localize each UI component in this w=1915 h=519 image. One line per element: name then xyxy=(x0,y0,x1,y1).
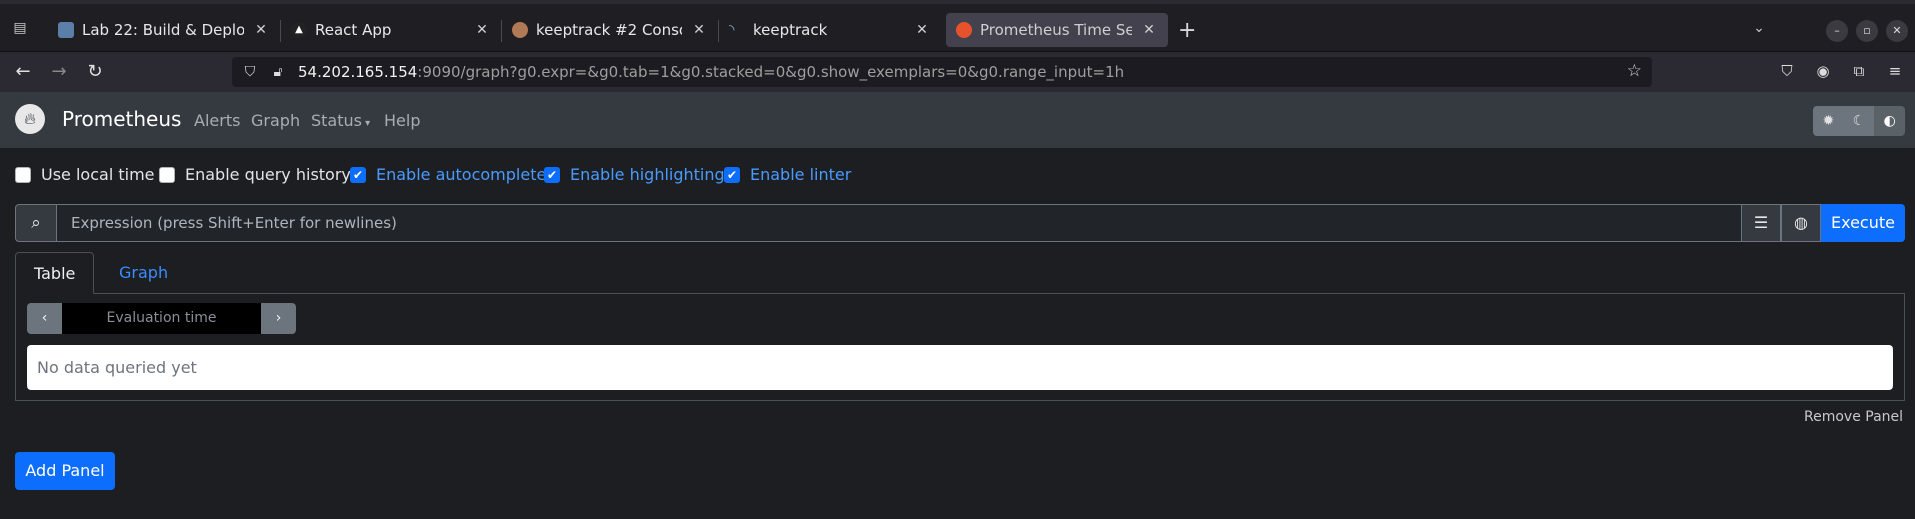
forward-arrow-icon[interactable]: → xyxy=(47,60,71,84)
checkbox[interactable] xyxy=(159,166,175,183)
close-icon[interactable]: ✕ xyxy=(690,22,708,38)
minimize-icon[interactable]: – xyxy=(1826,20,1848,42)
account-icon[interactable]: ◉ xyxy=(1812,62,1834,84)
checkbox[interactable] xyxy=(15,166,31,183)
browser-tab-lab22[interactable]: Lab 22: Build & Deploy | I ✕ xyxy=(48,13,280,47)
react-favicon-icon: ▲ xyxy=(291,22,307,38)
brand-link[interactable]: Prometheus xyxy=(62,107,181,131)
url-bar[interactable]: ⛉ 🔓︎ 54.202.165.154:9090/graph?g0.expr=&… xyxy=(232,57,1652,87)
bookmark-star-icon[interactable]: ☆ xyxy=(1627,61,1642,81)
evaluation-time-group: ‹ Evaluation time › xyxy=(27,303,296,334)
insecure-lock-icon[interactable]: 🔓︎ xyxy=(268,64,288,80)
check-icon[interactable]: ✔ xyxy=(724,166,740,183)
jenkins-favicon-icon xyxy=(512,22,528,38)
option-label: Use local time xyxy=(41,165,155,184)
tab-list-icon[interactable]: ▤ xyxy=(6,20,34,42)
contrast-icon[interactable]: ◐ xyxy=(1874,106,1905,136)
tab-title: keeptrack #2 Console [Je xyxy=(536,21,682,39)
expression-row: ⌕ Expression (press Shift+Enter for newl… xyxy=(15,204,1905,242)
tab-title: React App xyxy=(315,21,392,39)
chevron-down-icon[interactable]: ⌄ xyxy=(1745,20,1773,42)
metrics-explorer-icon[interactable]: ◍ xyxy=(1781,204,1821,242)
nav-status[interactable]: Status ▾ xyxy=(311,111,370,130)
theme-switcher: ✹ ☾ ◐ xyxy=(1813,106,1905,136)
reload-icon[interactable]: ↻ xyxy=(83,60,107,84)
pocket-icon[interactable]: ⛉ xyxy=(1776,62,1798,84)
browser-tab-jenkins[interactable]: keeptrack #2 Console [Je ✕ xyxy=(502,13,718,47)
browser-tab-prometheus[interactable]: Prometheus Time Series ✕ xyxy=(946,13,1168,47)
option-enable-highlighting[interactable]: ✔ Enable highlighting xyxy=(544,165,725,184)
nav-alerts[interactable]: Alerts xyxy=(194,111,240,130)
close-window-icon[interactable]: ✕ xyxy=(1886,20,1908,42)
tab-title: Lab 22: Build & Deploy | I xyxy=(82,21,244,39)
tab-title: Prometheus Time Series xyxy=(980,21,1132,39)
lab-favicon-icon xyxy=(58,22,74,38)
shield-icon[interactable]: ⛉ xyxy=(240,64,260,80)
chevron-right-icon[interactable]: › xyxy=(261,303,296,334)
extensions-icon[interactable]: ⧉ xyxy=(1848,62,1870,84)
close-icon[interactable]: ✕ xyxy=(252,22,270,38)
option-label: Enable highlighting xyxy=(570,165,725,184)
url-path: :9090/graph?g0.expr=&g0.tab=1&g0.stacked… xyxy=(417,63,1125,81)
tabstrip-top-edge xyxy=(0,0,1915,4)
expression-input[interactable]: Expression (press Shift+Enter for newlin… xyxy=(57,204,1741,242)
caret-down-icon: ▾ xyxy=(361,118,371,129)
keeptrack-favicon-icon: ◝ xyxy=(729,22,735,38)
menu-icon[interactable]: ≡ xyxy=(1884,62,1906,84)
browser-tab-react-app[interactable]: ▲ React App ✕ xyxy=(281,13,501,47)
nav-graph[interactable]: Graph xyxy=(251,111,300,130)
add-panel-button[interactable]: Add Panel xyxy=(15,452,115,490)
check-icon[interactable]: ✔ xyxy=(544,166,560,183)
option-label: Enable query history xyxy=(185,165,351,184)
moon-icon[interactable]: ☾ xyxy=(1843,106,1875,136)
prometheus-favicon-icon xyxy=(956,22,972,38)
nav-help[interactable]: Help xyxy=(384,111,420,130)
no-data-message: No data queried yet xyxy=(27,345,1893,390)
option-enable-autocomplete[interactable]: ✔ Enable autocomplete xyxy=(350,165,546,184)
option-label: Enable linter xyxy=(750,165,852,184)
execute-button[interactable]: Execute xyxy=(1821,204,1905,242)
url-text[interactable]: 54.202.165.154:9090/graph?g0.expr=&g0.ta… xyxy=(298,63,1124,81)
close-icon[interactable]: ✕ xyxy=(1140,22,1158,38)
prometheus-logo-icon[interactable]: 🔥︎ xyxy=(15,104,45,134)
nav-status-label: Status xyxy=(311,111,362,130)
option-label: Enable autocomplete xyxy=(376,165,547,184)
new-tab-icon[interactable]: + xyxy=(1178,18,1196,43)
remove-panel-link[interactable]: Remove Panel xyxy=(1804,409,1903,425)
panel-tabs: Table Graph xyxy=(15,252,1905,294)
tab-table[interactable]: Table xyxy=(15,252,95,294)
prometheus-navbar: 🔥︎ Prometheus Alerts Graph Status ▾ Help… xyxy=(0,92,1915,148)
option-use-local-time[interactable]: Use local time xyxy=(15,165,155,184)
panel-body: ‹ Evaluation time › No data queried yet xyxy=(15,293,1905,401)
back-arrow-icon[interactable]: ← xyxy=(11,60,35,84)
check-icon[interactable]: ✔ xyxy=(350,166,366,183)
browser-toolbar: ← → ↻ ⛉ 🔓︎ 54.202.165.154:9090/graph?g0.… xyxy=(0,52,1915,92)
url-host: 54.202.165.154 xyxy=(298,63,418,81)
option-enable-query-history[interactable]: Enable query history xyxy=(159,165,351,184)
tab-title: keeptrack xyxy=(753,21,828,39)
tab-graph[interactable]: Graph xyxy=(101,252,186,294)
format-expression-icon[interactable]: ☰ xyxy=(1741,204,1781,242)
browser-tabstrip: ▤ Lab 22: Build & Deploy | I ✕ ▲ React A… xyxy=(0,0,1915,52)
close-icon[interactable]: ✕ xyxy=(913,22,931,38)
search-icon: ⌕ xyxy=(15,204,57,242)
sun-icon[interactable]: ✹ xyxy=(1813,106,1844,136)
option-enable-linter[interactable]: ✔ Enable linter xyxy=(724,165,851,184)
close-icon[interactable]: ✕ xyxy=(473,22,491,38)
browser-tab-keeptrack[interactable]: ◝ keeptrack ✕ xyxy=(719,13,941,47)
evaluation-time-input[interactable]: Evaluation time xyxy=(62,303,261,334)
chevron-left-icon[interactable]: ‹ xyxy=(27,303,62,334)
restore-icon[interactable]: ▫ xyxy=(1856,20,1878,42)
